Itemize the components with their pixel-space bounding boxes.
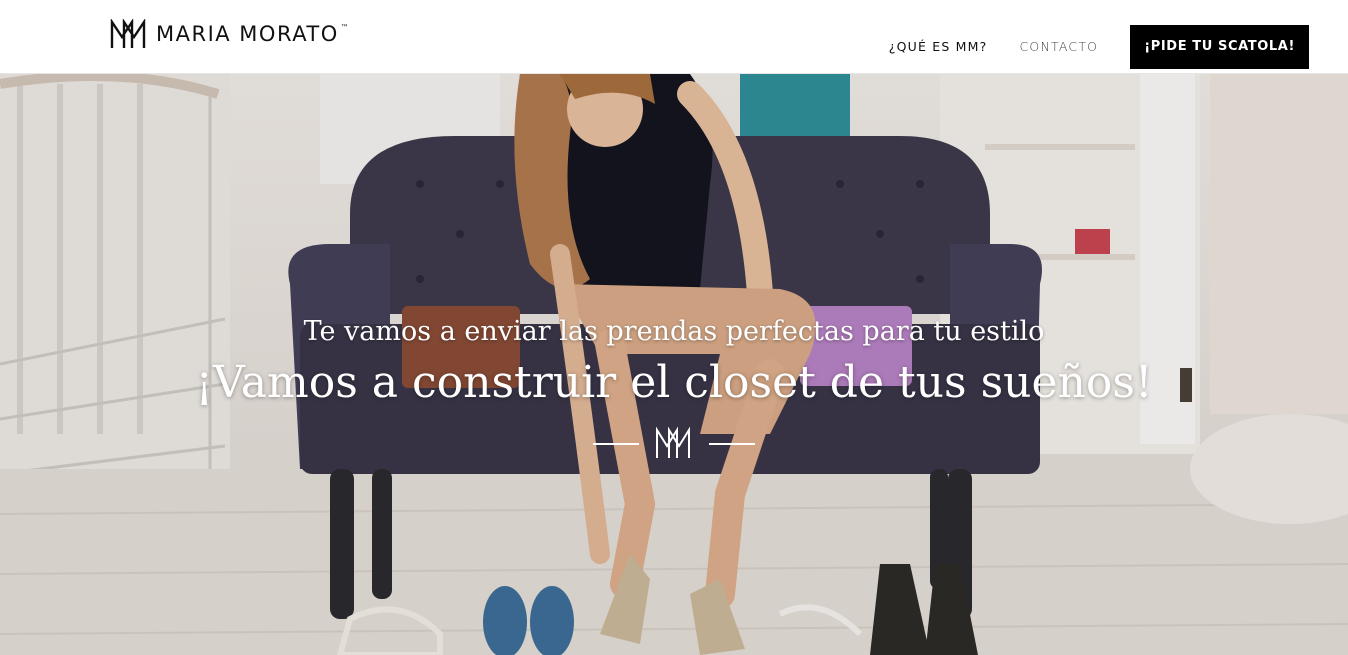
hero-title: ¡Vamos a construir el closet de tus sueñ… (195, 357, 1153, 408)
site-header: MARIA MORATO ™ ¿QUÉ ES MM? CONTACTO ¡PIDE… (0, 0, 1348, 74)
divider-line-left (593, 443, 639, 445)
mm-monogram-icon (110, 19, 146, 48)
trademark-symbol: ™ (340, 22, 349, 32)
brand-logo[interactable]: MARIA MORATO ™ (110, 18, 349, 50)
nav-link-contacto[interactable]: CONTACTO (1019, 25, 1098, 69)
divider-line-right (709, 443, 755, 445)
pide-tu-scatola-button[interactable]: ¡PIDE TU SCATOLA! (1130, 25, 1309, 69)
brand-name-text: MARIA MORATO (156, 21, 339, 46)
nav-link-que-es-mm[interactable]: ¿QUÉ ES MM? (889, 25, 988, 69)
main-nav: ¿QUÉ ES MM? CONTACTO ¡PIDE TU SCATOLA! (889, 25, 1309, 69)
brand-name: MARIA MORATO ™ (156, 21, 349, 46)
mm-monogram-icon (656, 426, 690, 458)
hero-subtitle: Te vamos a enviar las prendas perfectas … (303, 316, 1045, 347)
hero-divider (593, 426, 755, 462)
hero-banner: Te vamos a enviar las prendas perfectas … (0, 74, 1348, 655)
